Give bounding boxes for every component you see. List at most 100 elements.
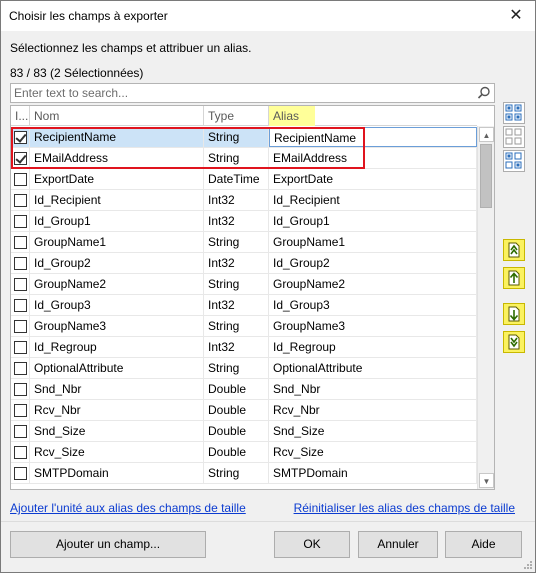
row-type-cell: Double <box>204 442 269 462</box>
row-alias-cell[interactable]: EMailAddress <box>269 148 477 168</box>
include-checkbox[interactable] <box>14 131 27 144</box>
include-checkbox[interactable] <box>14 278 27 291</box>
table-row[interactable]: Id_Group2 Int32 Id_Group2 <box>11 253 477 274</box>
row-alias-cell[interactable]: ExportDate <box>269 169 477 189</box>
select-all-icon <box>505 104 522 121</box>
include-checkbox[interactable] <box>14 257 27 270</box>
row-name-cell: RecipientName <box>30 127 204 147</box>
row-name-cell: Id_Regroup <box>30 337 204 357</box>
include-checkbox[interactable] <box>14 173 27 186</box>
row-alias-cell[interactable]: Id_Recipient <box>269 190 477 210</box>
row-alias-cell[interactable]: Rcv_Size <box>269 442 477 462</box>
row-include-cell <box>11 190 30 210</box>
scroll-thumb[interactable] <box>480 144 492 208</box>
include-checkbox[interactable] <box>14 215 27 228</box>
row-alias-cell[interactable]: GroupName2 <box>269 274 477 294</box>
select-all-button[interactable] <box>503 102 525 124</box>
row-alias-cell[interactable]: Rcv_Nbr <box>269 400 477 420</box>
table-row[interactable]: Rcv_Size Double Rcv_Size <box>11 442 477 463</box>
table-row[interactable]: Id_Group1 Int32 Id_Group1 <box>11 211 477 232</box>
row-alias-cell[interactable]: Snd_Size <box>269 421 477 441</box>
include-checkbox[interactable] <box>14 425 27 438</box>
move-up-button[interactable] <box>503 267 525 289</box>
row-include-cell <box>11 358 30 378</box>
column-header-type[interactable]: Type <box>204 106 269 126</box>
row-type-cell: Double <box>204 379 269 399</box>
table-row[interactable]: Snd_Nbr Double Snd_Nbr <box>11 379 477 400</box>
include-checkbox[interactable] <box>14 320 27 333</box>
reset-alias-link[interactable]: Réinitialiser les alias des champs de ta… <box>294 501 515 515</box>
row-name-cell: Rcv_Size <box>30 442 204 462</box>
table-row[interactable]: EMailAddress String EMailAddress <box>11 148 477 169</box>
row-alias-cell[interactable]: Id_Group3 <box>269 295 477 315</box>
row-include-cell <box>11 316 30 336</box>
include-checkbox[interactable] <box>14 194 27 207</box>
move-bottom-icon <box>508 334 520 350</box>
row-name-cell: EMailAddress <box>30 148 204 168</box>
table-row[interactable]: Id_Group3 Int32 Id_Group3 <box>11 295 477 316</box>
table-row[interactable]: Id_Recipient Int32 Id_Recipient <box>11 190 477 211</box>
close-button[interactable]: ✕ <box>503 4 529 28</box>
search-input[interactable] <box>11 84 471 102</box>
deselect-all-button[interactable] <box>503 126 525 148</box>
include-checkbox[interactable] <box>14 299 27 312</box>
scroll-down-icon[interactable]: ▼ <box>479 473 494 488</box>
include-checkbox[interactable] <box>14 236 27 249</box>
row-type-cell: Double <box>204 400 269 420</box>
move-bottom-button[interactable] <box>503 331 525 353</box>
move-top-icon <box>508 242 520 258</box>
table-row[interactable]: Id_Regroup Int32 Id_Regroup <box>11 337 477 358</box>
column-header-name[interactable]: Nom <box>30 106 204 126</box>
invert-selection-button[interactable] <box>503 150 525 172</box>
row-alias-cell[interactable]: GroupName1 <box>269 232 477 252</box>
row-type-cell: String <box>204 274 269 294</box>
include-checkbox[interactable] <box>14 383 27 396</box>
row-type-cell: Int32 <box>204 295 269 315</box>
row-name-cell: GroupName2 <box>30 274 204 294</box>
row-alias-cell[interactable]: GroupName3 <box>269 316 477 336</box>
help-button[interactable]: Aide <box>445 531 522 558</box>
row-include-cell <box>11 253 30 273</box>
table-row[interactable]: SMTPDomain String SMTPDomain <box>11 463 477 484</box>
table-row[interactable]: GroupName2 String GroupName2 <box>11 274 477 295</box>
row-name-cell: Id_Group1 <box>30 211 204 231</box>
include-checkbox[interactable] <box>14 152 27 165</box>
row-include-cell <box>11 274 30 294</box>
resize-grip-icon[interactable] <box>523 560 533 570</box>
table-row[interactable]: GroupName3 String GroupName3 <box>11 316 477 337</box>
row-alias-cell[interactable]: Snd_Nbr <box>269 379 477 399</box>
row-alias-cell[interactable]: Id_Group2 <box>269 253 477 273</box>
row-alias-cell[interactable]: OptionalAttribute <box>269 358 477 378</box>
row-alias-cell[interactable]: RecipientName <box>269 127 477 147</box>
ok-button[interactable]: OK <box>274 531 350 558</box>
row-name-cell: Snd_Size <box>30 421 204 441</box>
table-row[interactable]: OptionalAttribute String OptionalAttribute <box>11 358 477 379</box>
table-row[interactable]: GroupName1 String GroupName1 <box>11 232 477 253</box>
include-checkbox[interactable] <box>14 362 27 375</box>
include-checkbox[interactable] <box>14 467 27 480</box>
vertical-scrollbar[interactable]: ▲ ▼ <box>477 126 494 489</box>
row-alias-cell[interactable]: Id_Regroup <box>269 337 477 357</box>
row-alias-cell[interactable]: SMTPDomain <box>269 463 477 483</box>
column-header-include[interactable]: I... <box>11 106 30 126</box>
row-alias-cell[interactable]: Id_Group1 <box>269 211 477 231</box>
search-icon[interactable] <box>476 85 492 101</box>
cancel-button[interactable]: Annuler <box>358 531 438 558</box>
add-unit-to-alias-link[interactable]: Ajouter l'unité aux alias des champs de … <box>10 501 246 515</box>
move-down-button[interactable] <box>503 303 525 325</box>
search-box[interactable] <box>10 83 495 103</box>
row-type-cell: String <box>204 316 269 336</box>
include-checkbox[interactable] <box>14 446 27 459</box>
include-checkbox[interactable] <box>14 341 27 354</box>
row-include-cell <box>11 463 30 483</box>
table-row[interactable]: Rcv_Nbr Double Rcv_Nbr <box>11 400 477 421</box>
table-row[interactable]: RecipientName String RecipientName <box>11 127 477 148</box>
include-checkbox[interactable] <box>14 404 27 417</box>
table-row[interactable]: Snd_Size Double Snd_Size <box>11 421 477 442</box>
move-top-button[interactable] <box>503 239 525 261</box>
row-name-cell: Rcv_Nbr <box>30 400 204 420</box>
scroll-up-icon[interactable]: ▲ <box>479 127 494 142</box>
add-field-button[interactable]: Ajouter un champ... <box>10 531 206 558</box>
column-header-alias-cell[interactable]: Alias <box>269 106 477 126</box>
table-row[interactable]: ExportDate DateTime ExportDate <box>11 169 477 190</box>
